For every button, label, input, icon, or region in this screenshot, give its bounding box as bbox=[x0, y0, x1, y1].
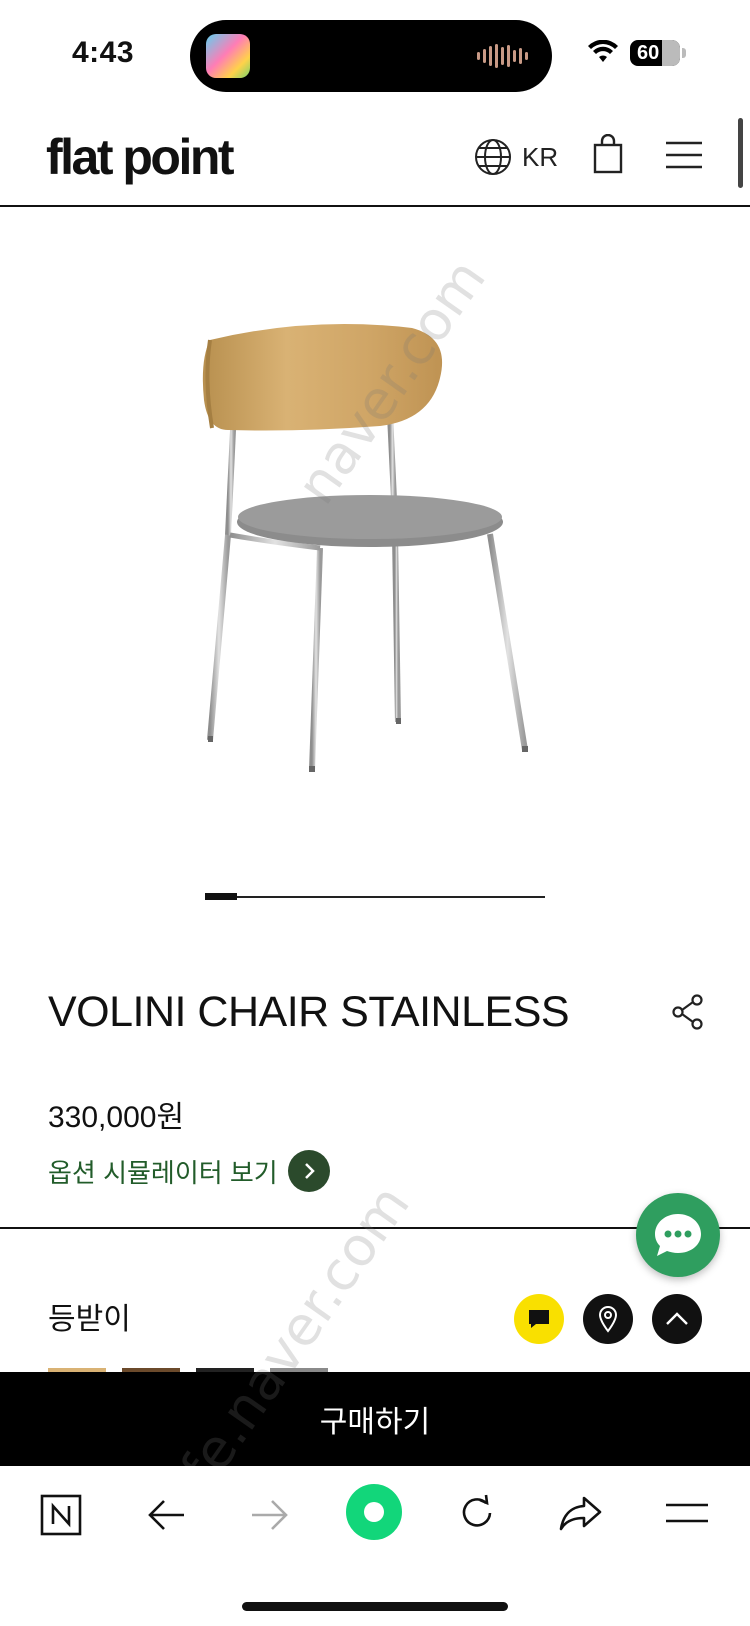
site-logo[interactable]: flat point bbox=[46, 128, 235, 186]
share-icon[interactable] bbox=[672, 994, 704, 1030]
product-price: 330,000원 bbox=[48, 1101, 185, 1134]
kakao-talk-button[interactable] bbox=[514, 1294, 564, 1344]
share-arrow-icon[interactable] bbox=[558, 1494, 604, 1532]
back-arrow-icon[interactable] bbox=[146, 1498, 186, 1532]
language-label: KR bbox=[522, 141, 559, 172]
carousel-progress-indicator bbox=[205, 893, 237, 900]
dynamic-island bbox=[190, 20, 552, 92]
chat-bubble-icon bbox=[655, 1214, 701, 1256]
chevron-up-icon bbox=[666, 1312, 688, 1325]
live-activity-app-icon bbox=[206, 34, 250, 78]
scroll-top-button[interactable] bbox=[652, 1294, 702, 1344]
option-simulator-label: 옵션 시뮬레이터 보기 bbox=[48, 1157, 278, 1188]
battery-icon: 60 bbox=[630, 40, 680, 66]
status-bar: 4:43 60 bbox=[0, 0, 750, 110]
battery-tip bbox=[682, 48, 686, 58]
status-time: 4:43 bbox=[72, 36, 135, 69]
globe-icon bbox=[475, 139, 511, 175]
buy-button-label: 구매하기 bbox=[319, 1406, 431, 1439]
browser-toolbar bbox=[0, 1466, 750, 1626]
naver-n-icon[interactable] bbox=[40, 1494, 82, 1536]
audio-wave-icon bbox=[477, 44, 528, 68]
scrollbar[interactable] bbox=[738, 118, 743, 188]
carousel-progress-track bbox=[205, 896, 545, 898]
battery-level: 60 bbox=[637, 42, 660, 64]
shopping-bag-icon[interactable] bbox=[592, 134, 624, 174]
chevron-right-icon bbox=[287, 1150, 330, 1192]
forward-arrow-icon[interactable] bbox=[250, 1498, 290, 1532]
speech-bubble-icon bbox=[529, 1310, 549, 1328]
option-simulator-link[interactable]: 옵션 시뮬레이터 보기 bbox=[48, 1150, 330, 1192]
battery-empty-portion bbox=[662, 40, 680, 66]
product-title: VOLINI CHAIR STAINLESS bbox=[48, 988, 570, 1036]
menu-icon[interactable] bbox=[666, 1502, 708, 1524]
chat-button[interactable] bbox=[636, 1193, 720, 1277]
refresh-icon[interactable] bbox=[456, 1492, 498, 1534]
hamburger-menu-icon[interactable] bbox=[666, 140, 702, 170]
store-location-button[interactable] bbox=[583, 1294, 633, 1344]
home-indicator[interactable] bbox=[242, 1602, 508, 1611]
site-header: flat point KR bbox=[0, 110, 750, 207]
language-selector[interactable]: KR bbox=[474, 138, 558, 176]
buy-button[interactable]: 구매하기 bbox=[0, 1372, 750, 1466]
green-dot-icon[interactable] bbox=[344, 1482, 404, 1542]
option-backrest-label: 등받이 bbox=[48, 1303, 131, 1336]
map-pin-icon bbox=[598, 1306, 618, 1333]
wifi-icon bbox=[588, 40, 618, 62]
